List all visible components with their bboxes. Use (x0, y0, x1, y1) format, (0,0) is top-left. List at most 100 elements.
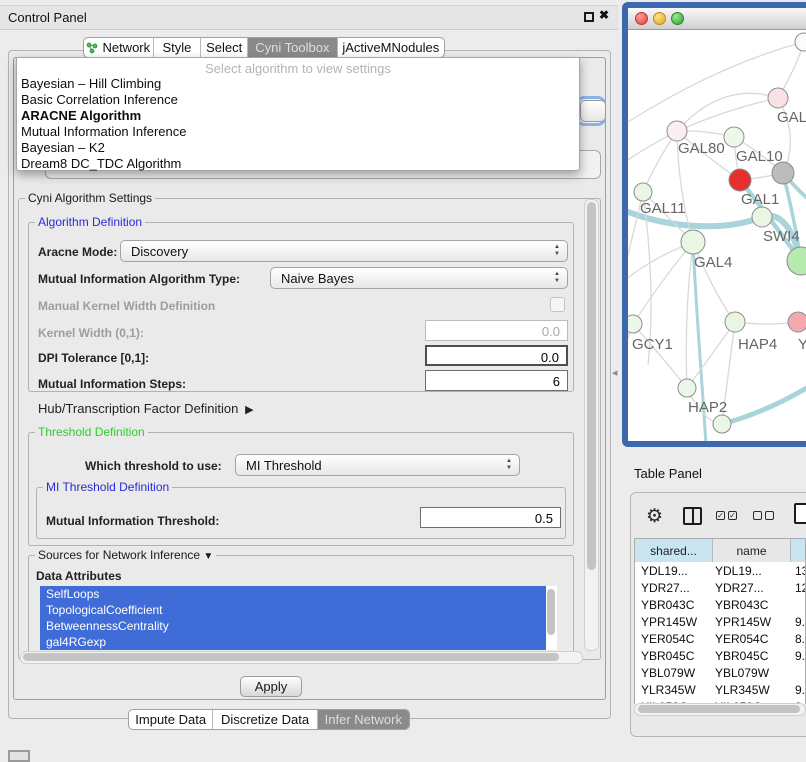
column-header-cut[interactable] (791, 539, 806, 562)
table-row[interactable]: YBR043CYBR043C (635, 596, 806, 613)
minimize-window-icon[interactable] (653, 12, 666, 25)
list-item[interactable]: TopologicalCoefficient (40, 602, 546, 618)
tab-jactivemnodules[interactable]: jActiveMNodules (337, 38, 444, 57)
node-hap4[interactable] (725, 312, 745, 332)
hub-definition-toggle[interactable]: Hub/Transcription Factor Definition ▶ (38, 401, 254, 416)
tab-style[interactable]: Style (153, 38, 201, 57)
collapse-down-icon: ▼ (203, 551, 213, 562)
float-panel-icon[interactable] (584, 12, 594, 22)
tab-network[interactable]: Network (84, 38, 153, 57)
settings-vscrollbar-thumb[interactable] (587, 202, 596, 570)
list-item[interactable]: gal4RGexp (40, 634, 546, 650)
manual-kernel-label: Manual Kernel Width Definition (38, 299, 215, 313)
file-icon[interactable] (794, 503, 806, 524)
table-row[interactable]: YDL19...YDL19...13 (635, 562, 806, 579)
node-gal10[interactable] (724, 127, 744, 147)
node-gcy1[interactable] (628, 315, 642, 333)
table-row[interactable]: YBR045CYBR045C9. (635, 647, 806, 664)
node-green-large[interactable] (787, 247, 806, 275)
expand-right-icon: ▶ (242, 404, 254, 416)
hide-columns-icon[interactable] (753, 511, 774, 520)
combo-arrows-icon: ▲▼ (553, 244, 561, 258)
splitter-handle[interactable]: ◀ (612, 369, 617, 376)
unchecked-box-icon (753, 511, 762, 520)
kernel-width-field[interactable]: 0.0 (425, 320, 568, 341)
tab-infer-network[interactable]: Infer Network (317, 710, 409, 729)
node-label: GAL11 (640, 200, 686, 217)
algorithm-dropdown-popup: Select algorithm to view settings Bayesi… (16, 57, 580, 171)
algorithm-definition-title: Algorithm Definition (35, 215, 145, 229)
table-row[interactable]: YDR27...YDR27...12 (635, 579, 806, 596)
node-gal4[interactable] (681, 230, 705, 254)
settings-hscrollbar-thumb[interactable] (23, 653, 559, 661)
list-item[interactable]: BetweennessCentrality (40, 618, 546, 634)
dropdown-item[interactable]: Bayesian – Hill Climbing (21, 76, 161, 91)
dropdown-item[interactable]: Mutual Information Inference (21, 124, 186, 139)
column-header-name[interactable]: name (713, 539, 791, 562)
node-pink[interactable] (788, 312, 806, 332)
tab-select[interactable]: Select (200, 38, 247, 57)
columns-icon[interactable] (683, 507, 702, 525)
table-row[interactable]: YLR345WYLR345W9. (635, 681, 806, 698)
mi-threshold-field[interactable]: 0.5 (420, 507, 561, 528)
mi-type-combo[interactable]: Naive Bayes ▲▼ (270, 267, 568, 289)
collapsed-panel-icon[interactable] (8, 750, 30, 762)
show-columns-icon[interactable]: ✓ ✓ (716, 511, 737, 520)
dropdown-item[interactable]: Dream8 DC_TDC Algorithm (21, 156, 181, 171)
tab-discretize-data[interactable]: Discretize Data (212, 710, 316, 729)
dropdown-item-selected[interactable]: ARACNE Algorithm (21, 108, 141, 123)
node-attribute-table: shared... name YDL19...YDL19...13 YDR27.… (634, 538, 806, 704)
node-swi4[interactable] (752, 207, 772, 227)
tab-impute-data[interactable]: Impute Data (129, 710, 212, 729)
aracne-mode-combo[interactable]: Discovery ▲▼ (120, 240, 568, 262)
close-panel-icon[interactable]: ✖ (599, 8, 609, 22)
table-row[interactable]: YER054CYER054C8. (635, 630, 806, 647)
manual-kernel-checkbox[interactable] (550, 297, 565, 312)
node-gal1-selected[interactable] (729, 169, 751, 191)
list-item[interactable]: SelfLoops (40, 586, 546, 602)
node-gal11[interactable] (634, 183, 652, 201)
node-unlabeled[interactable] (795, 33, 806, 51)
mi-steps-field[interactable]: 6 (425, 370, 568, 391)
table-row[interactable]: YBL079WYBL079W (635, 664, 806, 681)
apply-button[interactable]: Apply (240, 676, 302, 697)
node-gal-cut[interactable] (768, 88, 788, 108)
combo-arrows-icon: ▲▼ (553, 271, 561, 285)
dpi-tolerance-label: DPI Tolerance [0,1]: (38, 351, 149, 365)
node-hap2[interactable] (678, 379, 696, 397)
dropdown-item[interactable]: Basic Correlation Inference (21, 92, 178, 107)
node-label: HAP2 (688, 399, 727, 416)
node-gal80[interactable] (667, 121, 687, 141)
settings-box-title: Cyni Algorithm Settings (25, 191, 155, 205)
node-label: GAL (777, 109, 806, 126)
gear-icon[interactable]: ⚙ (646, 505, 663, 528)
sources-title[interactable]: Sources for Network Inference ▼ (35, 548, 216, 562)
mi-steps-label: Mutual Information Steps: (38, 377, 186, 391)
control-panel-title: Control Panel (8, 10, 87, 25)
node-labels: GAL GAL80 GAL10 GAL1 GAL11 SWI4 GAL4 GCY… (632, 109, 806, 416)
which-threshold-combo[interactable]: MI Threshold ▲▼ (235, 454, 520, 476)
network-canvas[interactable]: GAL GAL80 GAL10 GAL1 GAL11 SWI4 GAL4 GCY… (628, 30, 806, 441)
node-label: GAL80 (678, 140, 725, 157)
table-row[interactable]: YPR145WYPR145W9. (635, 613, 806, 630)
algorithm-selector-combo-fragment[interactable] (580, 100, 606, 122)
tab-cyni-toolbox[interactable]: Cyni Toolbox (247, 38, 337, 57)
dropdown-item[interactable]: Bayesian – K2 (21, 140, 105, 155)
checked-box-icon: ✓ (728, 511, 737, 520)
node-label: GCY1 (632, 336, 673, 353)
table-hscrollbar-thumb[interactable] (638, 705, 800, 713)
dpi-tolerance-field[interactable]: 0.0 (425, 345, 568, 366)
column-header-shared-name[interactable]: shared... (635, 539, 713, 562)
screen: Control Panel ✖ Network Style Select Cyn… (0, 0, 806, 762)
control-panel-titlebar (0, 5, 618, 30)
node-partial-bottom[interactable] (713, 415, 731, 433)
close-window-icon[interactable] (635, 12, 648, 25)
kernel-width-label: Kernel Width (0,1): (38, 326, 144, 340)
zoom-window-icon[interactable] (671, 12, 684, 25)
node-gray[interactable] (772, 162, 794, 184)
list-scrollbar-thumb[interactable] (547, 589, 555, 635)
checked-box-icon: ✓ (716, 511, 725, 520)
threshold-definition-title: Threshold Definition (35, 425, 148, 439)
data-attributes-label: Data Attributes (36, 569, 122, 583)
node-label: GAL1 (741, 191, 779, 208)
